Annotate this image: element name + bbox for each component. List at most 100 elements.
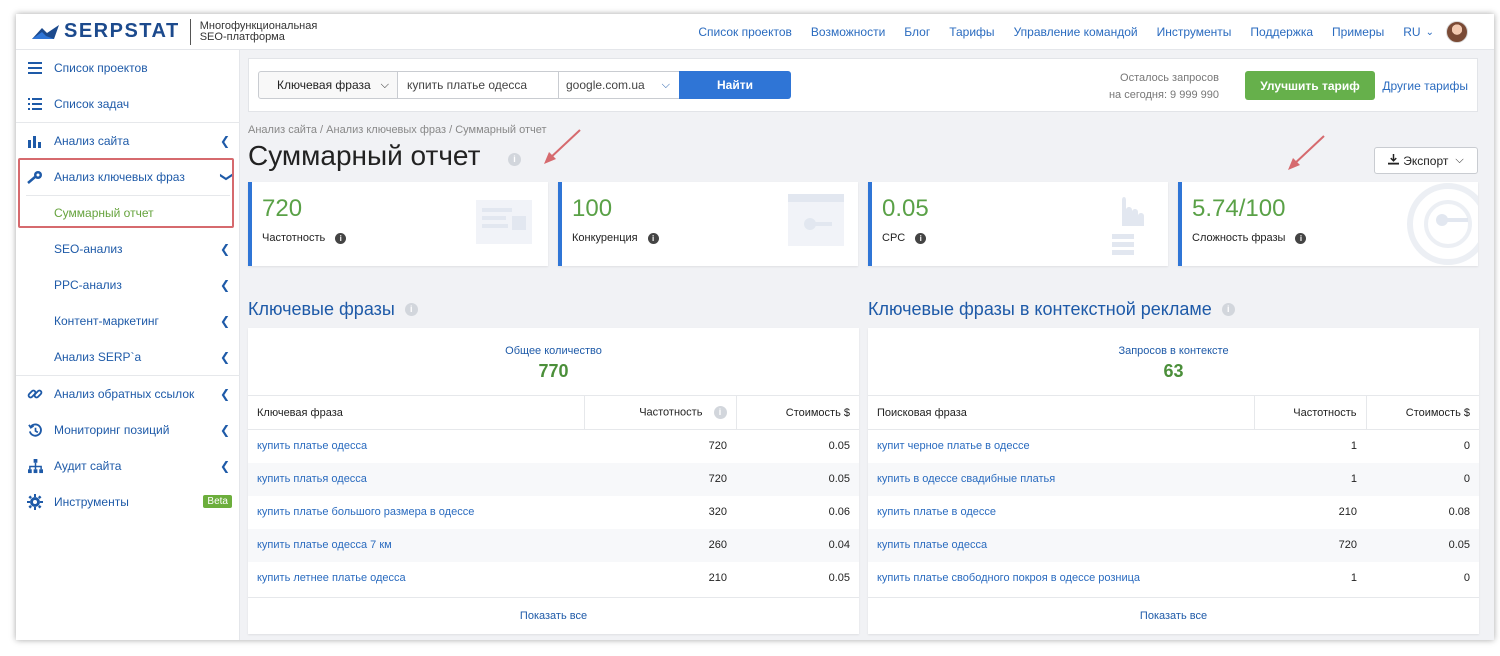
table-row: купить платье большого размера в одессе …	[248, 496, 859, 529]
sidebar-item-site-analysis[interactable]: Анализ сайта ❮	[16, 123, 240, 159]
language-code: RU	[1403, 25, 1421, 39]
sidebar-item-backlinks[interactable]: Анализ обратных ссылок ❮	[16, 376, 240, 412]
table-row: купить платье одесса 720 0.05	[248, 430, 859, 463]
keyword-link[interactable]: купить в одессе свадибные платья	[868, 462, 1254, 496]
keyword-link[interactable]: купить платье одесса	[248, 430, 584, 463]
info-icon[interactable]: i	[1221, 303, 1235, 316]
sidebar-item-content-marketing[interactable]: Контент-маркетинг ❮	[16, 303, 240, 339]
column-header-search-phrase[interactable]: Поисковая фраза	[868, 395, 1254, 430]
column-header-text: Частотность	[639, 406, 703, 419]
volume-cell: 260	[584, 528, 736, 562]
keyword-link[interactable]: купит черное платье в одессе	[868, 430, 1254, 463]
nav-features[interactable]: Возможности	[811, 25, 885, 39]
keyword-link[interactable]: купить платье свободного покроя в одессе…	[868, 562, 1254, 595]
sidebar-item-rank-tracker[interactable]: Мониторинг позиций ❮	[16, 412, 240, 448]
sidebar-item-label: PPC-анализ	[54, 278, 122, 292]
kpi-label: CPC i	[882, 232, 927, 244]
chevron-left-icon: ❮	[219, 134, 230, 148]
annotation-arrow	[544, 129, 581, 164]
column-header-cost[interactable]: Стоимость $	[1365, 395, 1479, 430]
list-icon	[26, 95, 44, 113]
kpi-value-main: 5.74	[1192, 195, 1239, 222]
keyword-link[interactable]: купить летнее платье одесса	[248, 562, 584, 595]
avatar[interactable]	[1446, 21, 1468, 43]
kpi-label: Частотность i	[262, 232, 347, 244]
table-row: купить платье одесса 720 0.05	[868, 528, 1479, 562]
show-all-button[interactable]: Показать все	[868, 597, 1479, 634]
logo-text: SERPSTAT	[64, 20, 180, 42]
cost-cell: 0	[1366, 462, 1479, 496]
info-icon[interactable]: i	[1295, 232, 1307, 244]
sidebar-item-serp-analysis[interactable]: Анализ SERP`а ❮	[16, 339, 240, 375]
column-header-keyword[interactable]: Ключевая фраза	[248, 395, 584, 430]
upgrade-plan-button[interactable]: Улучшить тариф	[1245, 71, 1375, 100]
quota-line-2: на сегодня: 9 999 990	[1108, 89, 1219, 101]
nav-support[interactable]: Поддержка	[1250, 25, 1313, 39]
search-input[interactable]	[398, 71, 559, 99]
chevron-left-icon: ❮	[219, 314, 230, 328]
export-button[interactable]: Экспорт ⌵	[1374, 147, 1478, 174]
section-title-text: Ключевые фразы в контекстной рекламе	[868, 299, 1212, 319]
sidebar: Список проектов Список задач Анализ сайт…	[16, 50, 240, 640]
show-all-button[interactable]: Показать все	[248, 597, 859, 634]
nav-examples[interactable]: Примеры	[1332, 25, 1384, 39]
annotation-arrow	[1288, 135, 1325, 170]
nav-blog[interactable]: Блог	[904, 25, 930, 39]
chevron-left-icon: ❮	[219, 278, 230, 292]
info-icon[interactable]: i	[335, 232, 347, 244]
sidebar-item-ppc-analysis[interactable]: PPC-анализ ❮	[16, 267, 240, 303]
search-type-select[interactable]: Ключевая фраза ⌵	[258, 71, 398, 99]
hand-coins-illustration-icon	[1112, 197, 1144, 255]
total-label: Запросов в контексте	[1118, 345, 1229, 357]
sidebar-item-projects[interactable]: Список проектов	[16, 50, 240, 86]
cost-cell: 0.05	[1366, 528, 1479, 562]
keyword-link[interactable]: купить платье одесса	[868, 528, 1254, 562]
search-engine-value: google.com.ua	[566, 78, 645, 92]
cost-cell: 0.05	[736, 462, 859, 496]
info-icon[interactable]: i	[647, 232, 659, 244]
search-engine-select[interactable]: google.com.ua ⌵	[559, 71, 680, 99]
sidebar-item-label: Список проектов	[54, 61, 148, 75]
logo-divider	[189, 18, 191, 45]
cost-cell: 0.08	[1448, 506, 1470, 518]
kpi-label-text: Частотность	[262, 232, 326, 244]
nav-tools[interactable]: Инструменты	[1157, 25, 1232, 39]
language-selector[interactable]: RU ⌄	[1403, 25, 1434, 39]
top-header: SERPSTAT Многофункциональная SEO-платфор…	[16, 14, 1494, 50]
keyword-link[interactable]: купить платье в одессе	[868, 496, 1254, 529]
nav-team[interactable]: Управление командой	[1014, 25, 1138, 39]
kpi-card-volume: 720 Частотность i	[248, 182, 548, 266]
other-tariffs-link[interactable]: Другие тарифы	[1382, 79, 1468, 93]
nav-pricing[interactable]: Тарифы	[949, 25, 994, 39]
sidebar-item-tasks[interactable]: Список задач	[16, 86, 240, 122]
keyword-link[interactable]: купить платье большого размера в одессе	[248, 496, 584, 529]
quota-line-1: Осталось запросов	[1120, 72, 1219, 84]
sidebar-item-label: Инструменты	[54, 495, 129, 509]
info-icon[interactable]: i	[404, 303, 418, 316]
volume-cell: 720	[1254, 528, 1366, 562]
sidebar-item-tools[interactable]: Инструменты Beta	[16, 484, 240, 520]
cost-cell: 0.05	[828, 440, 850, 453]
kpi-card-cpc: 0.05 CPC i	[868, 182, 1168, 266]
find-button[interactable]: Найти	[679, 71, 791, 99]
sidebar-item-site-audit[interactable]: Аудит сайта ❮	[16, 448, 240, 484]
target-illustration-icon	[1407, 183, 1478, 265]
sitemap-icon	[26, 457, 44, 475]
info-icon[interactable]: i	[915, 232, 927, 244]
cost-cell: 0.06	[828, 506, 850, 518]
info-icon[interactable]: i	[508, 153, 521, 166]
sidebar-item-label: SEO-анализ	[54, 242, 123, 256]
column-header-volume[interactable]: Частотность i	[583, 395, 736, 430]
column-header-cost[interactable]: Стоимость $	[735, 395, 859, 430]
serpstat-logo[interactable]: SERPSTAT Многофункциональная SEO-платфор…	[32, 18, 340, 45]
nav-projects[interactable]: Список проектов	[698, 25, 792, 39]
beta-badge: Beta	[203, 495, 232, 508]
chevron-left-icon: ❮	[219, 242, 230, 256]
sidebar-item-seo-analysis[interactable]: SEO-анализ ❮	[16, 231, 240, 267]
breadcrumb[interactable]: Анализ сайта / Анализ ключевых фраз / Су…	[248, 124, 547, 136]
keyword-link[interactable]: купить платье одесса 7 км	[248, 528, 584, 562]
ads-keywords-panel: Запросов в контексте 63 Поисковая фраза …	[868, 328, 1479, 634]
info-icon[interactable]: i	[713, 406, 727, 419]
keyword-link[interactable]: купить платья одесса	[248, 462, 584, 496]
column-header-volume[interactable]: Частотность	[1253, 395, 1366, 430]
